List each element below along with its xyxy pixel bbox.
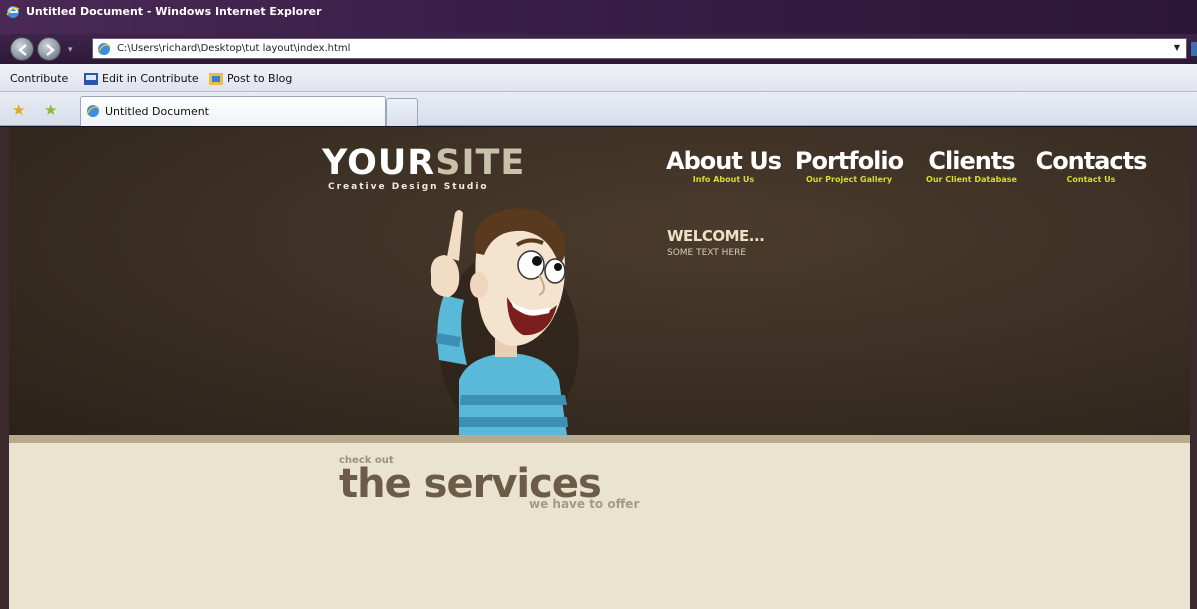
window-frame-left <box>0 127 9 609</box>
address-text: C:\Users\richard\Desktop\tut layout\inde… <box>117 43 351 54</box>
logo-site: SITE <box>435 143 526 183</box>
nav-portfolio[interactable]: Portfolio Our Project Gallery <box>789 147 909 184</box>
hero-header: YOURSITE Creative Design Studio About Us… <box>9 127 1190 435</box>
post-to-blog-label: Post to Blog <box>227 72 293 85</box>
nav-about-us-sub: Info About Us <box>692 175 755 184</box>
tab-ie-icon <box>86 104 100 121</box>
contribute-toolbar: Contribute Edit in Contribute Post to Bl… <box>0 64 1197 92</box>
welcome-block: WELCOME... SOME TEXT HERE <box>667 227 765 258</box>
welcome-title: WELCOME... <box>667 227 765 245</box>
edit-in-contribute-label: Edit in Contribute <box>102 72 199 85</box>
content-area: check out the services we have to offer <box>9 443 1190 609</box>
nav-clients-title: Clients <box>928 147 1015 175</box>
cartoon-mascot-illustration <box>430 208 579 435</box>
nav-portfolio-sub: Our Project Gallery <box>805 175 893 184</box>
page-ie-icon <box>97 42 111 59</box>
nav-contacts-title: Contacts <box>1035 147 1148 175</box>
new-tab-button[interactable] <box>386 98 418 126</box>
edit-in-contribute-button[interactable]: Edit in Contribute <box>84 72 199 85</box>
address-field[interactable]: C:\Users\richard\Desktop\tut layout\inde… <box>92 38 1187 59</box>
add-favorites-icon[interactable]: ★ <box>44 101 57 119</box>
services-subtitle: we have to offer <box>529 497 640 511</box>
ie-logo-icon <box>6 5 20 19</box>
blog-post-icon <box>209 72 223 85</box>
nav-about-us-title: About Us <box>666 147 782 175</box>
window-title: Untitled Document - Windows Internet Exp… <box>26 5 322 18</box>
forward-button[interactable] <box>37 37 61 61</box>
services-heading: check out the services we have to offer <box>339 455 639 511</box>
contribute-edit-icon <box>84 72 98 85</box>
contribute-label: Contribute <box>10 72 69 85</box>
contribute-menu[interactable]: Contribute <box>10 72 68 85</box>
nav-contacts[interactable]: Contacts Contact Us <box>1031 147 1151 184</box>
tab-bar: ★ ★ Untitled Document <box>0 92 1197 126</box>
logo-your: YOUR <box>322 143 436 183</box>
tab-untitled-document[interactable]: Untitled Document <box>80 96 386 126</box>
address-toolbar: ▾ C:\Users\richard\Desktop\tut layout\in… <box>0 34 1197 64</box>
window-frame-right <box>1190 127 1197 609</box>
nav-contacts-sub: Contact Us <box>1066 175 1116 184</box>
nav-about-us[interactable]: About Us Info About Us <box>661 147 786 184</box>
arrow-right-icon <box>46 44 55 56</box>
window-titlebar: Untitled Document - Windows Internet Exp… <box>0 0 1197 34</box>
welcome-text: SOME TEXT HERE <box>667 248 747 258</box>
site-logo[interactable]: YOURSITE Creative Design Studio <box>322 145 532 192</box>
arrow-left-icon <box>18 44 27 56</box>
nav-clients-sub: Our Client Database <box>926 175 1017 184</box>
hero-divider-strip <box>9 435 1190 443</box>
address-dropdown-icon[interactable]: ▼ <box>1174 43 1180 52</box>
back-button[interactable] <box>10 37 34 61</box>
page-viewport: YOURSITE Creative Design Studio About Us… <box>0 127 1197 609</box>
post-to-blog-button[interactable]: Post to Blog <box>209 72 292 85</box>
logo-tagline: Creative Design Studio <box>328 182 489 192</box>
nav-portfolio-title: Portfolio <box>794 147 904 175</box>
favorites-star-icon[interactable]: ★ <box>12 101 25 119</box>
nav-clients[interactable]: Clients Our Client Database <box>914 147 1029 184</box>
refresh-button-edge[interactable] <box>1191 42 1197 56</box>
tab-label: Untitled Document <box>105 105 209 118</box>
history-dropdown-icon[interactable]: ▾ <box>68 45 73 55</box>
